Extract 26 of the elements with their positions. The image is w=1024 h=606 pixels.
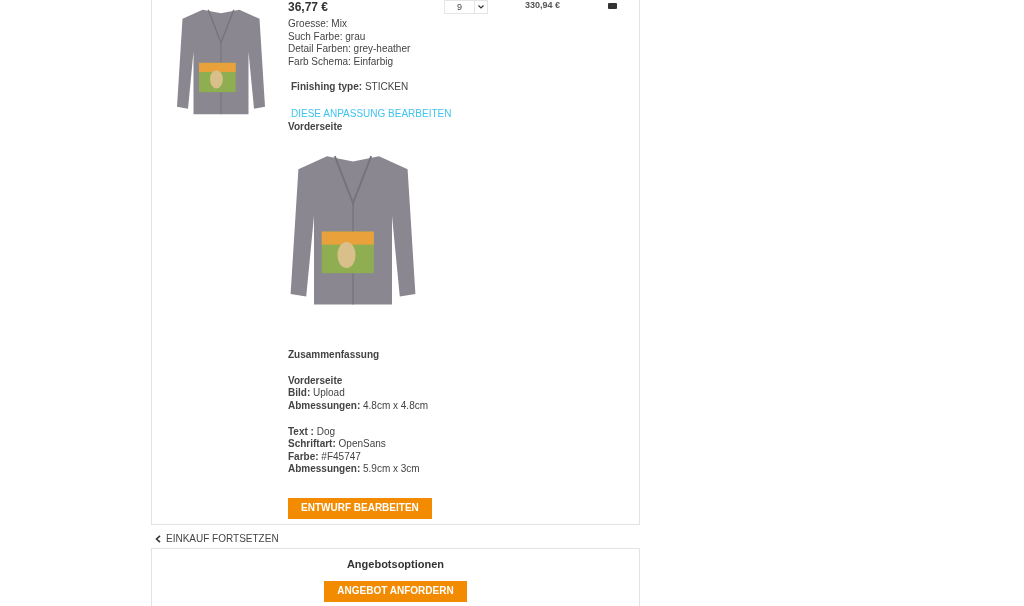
summary-line: Abmessungen: 5.9cm x 3cm: [288, 463, 421, 476]
attribute-text: Farb Schema: Einfarbig: [288, 55, 395, 69]
summary-line: Farbe: #F45747: [288, 450, 362, 464]
request-quote-button[interactable]: ANGEBOT ANFORDERN: [324, 581, 467, 603]
summary-line: Bild: Upload: [288, 387, 346, 400]
trash-icon[interactable]: [608, 3, 618, 10]
price-text: 36,77 €: [288, 0, 330, 14]
summary-line: Schriftart: OpenSans: [288, 438, 387, 451]
summary-line: Abmessungen: 4.8cm x 4.8cm: [288, 399, 430, 413]
attribute-text: Such Farbe: grau: [288, 30, 367, 44]
edit-link[interactable]: DIESE ANPASSUNG BEARBEITEN: [291, 107, 452, 121]
attribute-text: Groesse: Mix: [288, 18, 348, 31]
finishing-text: Finishing type: STICKEN: [291, 81, 410, 94]
quote-title: Angebotsoptionen: [345, 557, 446, 571]
attribute-text: Detail Farben: grey-heather: [288, 43, 412, 56]
quantity-select[interactable]: 9: [444, 0, 488, 14]
dropdown-button[interactable]: [474, 1, 487, 13]
section-title: Vorderseite: [288, 374, 344, 388]
summary-line: Text : Dog: [288, 425, 337, 439]
quantity-value: 9: [456, 1, 463, 13]
caret-icon: [478, 5, 484, 9]
edit-design-button[interactable]: ENTWURF BEARBEITEN: [288, 497, 432, 519]
side-label: Vorderseite: [288, 120, 344, 134]
summary-title: Zusammenfassung: [288, 349, 381, 362]
total-price: 330,94 €: [525, 0, 561, 10]
chevron-left-icon: [155, 535, 161, 544]
